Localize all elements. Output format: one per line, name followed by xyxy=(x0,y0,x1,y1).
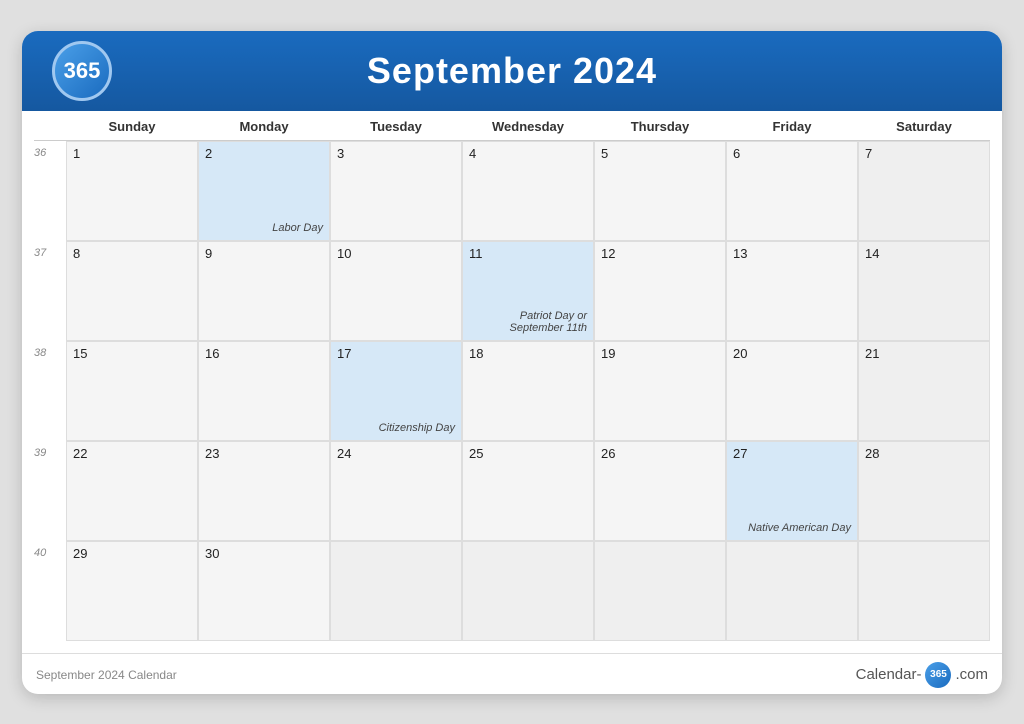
calendar-day[interactable]: 13 xyxy=(726,241,858,341)
date-number: 29 xyxy=(73,546,191,561)
date-number: 19 xyxy=(601,346,719,361)
week-number: 36 xyxy=(34,141,66,241)
date-number: 9 xyxy=(205,246,323,261)
footer-brand-badge: 365 xyxy=(925,662,951,688)
date-number: 26 xyxy=(601,446,719,461)
holiday-label: Citizenship Day xyxy=(379,422,455,434)
calendar-day[interactable] xyxy=(594,541,726,641)
calendar-day[interactable]: 4 xyxy=(462,141,594,241)
date-number: 1 xyxy=(73,146,191,161)
date-number: 13 xyxy=(733,246,851,261)
date-number: 15 xyxy=(73,346,191,361)
calendar-footer: September 2024 Calendar Calendar- 365 .c… xyxy=(22,653,1002,694)
date-number: 3 xyxy=(337,146,455,161)
footer-brand: Calendar- 365 .com xyxy=(856,662,988,688)
day-header-thursday: Thursday xyxy=(594,117,726,136)
calendar-day[interactable]: 2 Labor Day xyxy=(198,141,330,241)
date-number: 4 xyxy=(469,146,587,161)
week-number: 38 xyxy=(34,341,66,441)
calendar-day[interactable]: 26 xyxy=(594,441,726,541)
footer-brand-suffix: .com xyxy=(955,666,988,683)
calendar-title: September 2024 xyxy=(132,50,892,92)
date-number: 24 xyxy=(337,446,455,461)
calendar-day[interactable]: 15 xyxy=(66,341,198,441)
calendar-header: 365 September 2024 xyxy=(22,31,1002,111)
date-number: 23 xyxy=(205,446,323,461)
logo-badge: 365 xyxy=(52,41,112,101)
week-number: 40 xyxy=(34,541,66,641)
footer-label: September 2024 Calendar xyxy=(36,668,177,682)
calendar-day[interactable] xyxy=(330,541,462,641)
date-number: 17 xyxy=(337,346,455,361)
calendar-day[interactable]: 12 xyxy=(594,241,726,341)
calendar-day[interactable]: 23 xyxy=(198,441,330,541)
day-header-sunday: Sunday xyxy=(66,117,198,136)
date-number: 8 xyxy=(73,246,191,261)
calendar-day[interactable]: 1 xyxy=(66,141,198,241)
calendar-day[interactable]: 25 xyxy=(462,441,594,541)
date-number: 12 xyxy=(601,246,719,261)
day-header-friday: Friday xyxy=(726,117,858,136)
calendar-container: 365 September 2024 Sunday Monday Tuesday… xyxy=(22,31,1002,694)
calendar-body: Sunday Monday Tuesday Wednesday Thursday… xyxy=(22,111,1002,653)
day-header-wednesday: Wednesday xyxy=(462,117,594,136)
date-number: 28 xyxy=(865,446,983,461)
day-headers-row: Sunday Monday Tuesday Wednesday Thursday… xyxy=(34,111,990,141)
date-number: 5 xyxy=(601,146,719,161)
calendar-day[interactable]: 3 xyxy=(330,141,462,241)
day-header-tuesday: Tuesday xyxy=(330,117,462,136)
calendar-day[interactable]: 9 xyxy=(198,241,330,341)
day-header-monday: Monday xyxy=(198,117,330,136)
calendar-day[interactable]: 29 xyxy=(66,541,198,641)
calendar-day[interactable] xyxy=(726,541,858,641)
calendar-day[interactable]: 18 xyxy=(462,341,594,441)
calendar-day[interactable]: 30 xyxy=(198,541,330,641)
footer-brand-text: Calendar- xyxy=(856,666,922,683)
holiday-label: Labor Day xyxy=(272,222,323,234)
week-number: 39 xyxy=(34,441,66,541)
date-number: 27 xyxy=(733,446,851,461)
date-number: 2 xyxy=(205,146,323,161)
calendar-day[interactable]: 16 xyxy=(198,341,330,441)
day-header-saturday: Saturday xyxy=(858,117,990,136)
calendar-day[interactable]: 28 xyxy=(858,441,990,541)
calendar-day[interactable]: 21 xyxy=(858,341,990,441)
date-number: 22 xyxy=(73,446,191,461)
calendar-day[interactable]: 14 xyxy=(858,241,990,341)
calendar-day[interactable]: 5 xyxy=(594,141,726,241)
calendar-day[interactable]: 10 xyxy=(330,241,462,341)
date-number: 30 xyxy=(205,546,323,561)
date-number: 25 xyxy=(469,446,587,461)
calendar-day[interactable]: 22 xyxy=(66,441,198,541)
calendar-grid: 36 12 Labor Day 34567 37 89 10 11 Patriot Day or… xyxy=(34,141,990,641)
calendar-day[interactable]: 24 xyxy=(330,441,462,541)
date-number: 11 xyxy=(469,246,587,261)
date-number: 21 xyxy=(865,346,983,361)
date-number: 16 xyxy=(205,346,323,361)
calendar-day[interactable]: 20 xyxy=(726,341,858,441)
calendar-day[interactable]: 17 Citizenship Day xyxy=(330,341,462,441)
calendar-day[interactable]: 19 xyxy=(594,341,726,441)
date-number: 6 xyxy=(733,146,851,161)
calendar-day[interactable]: 8 xyxy=(66,241,198,341)
calendar-day[interactable]: 7 xyxy=(858,141,990,241)
calendar-day[interactable]: 6 xyxy=(726,141,858,241)
calendar-day[interactable]: 11 Patriot Day or September 11th xyxy=(462,241,594,341)
date-number: 14 xyxy=(865,246,983,261)
holiday-label: Native American Day xyxy=(748,522,851,534)
holiday-label: Patriot Day or September 11th xyxy=(463,310,587,334)
date-number: 18 xyxy=(469,346,587,361)
date-number: 7 xyxy=(865,146,983,161)
date-number: 10 xyxy=(337,246,455,261)
calendar-day[interactable]: 27 Native American Day xyxy=(726,441,858,541)
calendar-day[interactable] xyxy=(462,541,594,641)
week-number: 37 xyxy=(34,241,66,341)
date-number: 20 xyxy=(733,346,851,361)
week-num-header xyxy=(34,117,66,136)
calendar-day[interactable] xyxy=(858,541,990,641)
